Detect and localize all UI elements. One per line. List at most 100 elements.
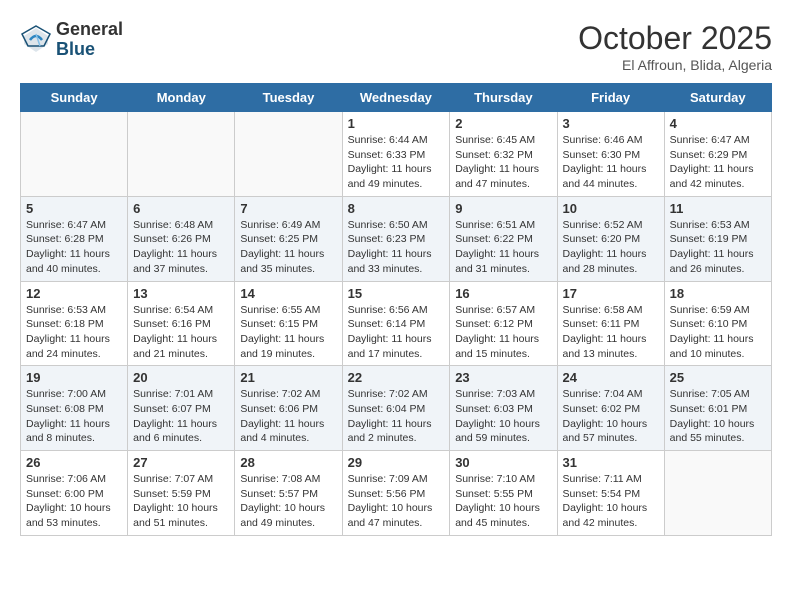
calendar-day-cell: 5 Sunrise: 6:47 AM Sunset: 6:28 PM Daylig… — [21, 196, 128, 281]
day-number: 12 — [26, 286, 122, 301]
calendar-week-row: 26 Sunrise: 7:06 AM Sunset: 6:00 PM Dayli… — [21, 451, 772, 536]
calendar-day-cell: 15 Sunrise: 6:56 AM Sunset: 6:14 PM Dayli… — [342, 281, 450, 366]
day-number: 6 — [133, 201, 229, 216]
day-number: 7 — [240, 201, 336, 216]
calendar-day-cell: 8 Sunrise: 6:50 AM Sunset: 6:23 PM Daylig… — [342, 196, 450, 281]
logo-general-text: General — [56, 20, 123, 40]
calendar-day-cell: 31 Sunrise: 7:11 AM Sunset: 5:54 PM Dayli… — [557, 451, 664, 536]
calendar-day-cell: 21Sunrise: 7:02 AM Sunset: 6:06 PM Dayli… — [235, 366, 342, 451]
calendar-day-cell: 28 Sunrise: 7:08 AM Sunset: 5:57 PM Dayli… — [235, 451, 342, 536]
day-info: Sunrise: 6:47 AM Sunset: 6:28 PM Dayligh… — [26, 218, 122, 277]
page-header: General Blue October 2025 El Affroun, Bl… — [20, 20, 772, 73]
calendar-day-cell: 24 Sunrise: 7:04 AM Sunset: 6:02 PM Dayli… — [557, 366, 664, 451]
calendar-day-cell: 4 Sunrise: 6:47 AM Sunset: 6:29 PM Daylig… — [664, 112, 771, 197]
day-number: 2 — [455, 116, 551, 131]
calendar-day-cell: 3Sunrise: 6:46 AM Sunset: 6:30 PM Daylig… — [557, 112, 664, 197]
calendar-week-row: 19 Sunrise: 7:00 AM Sunset: 6:08 PM Dayli… — [21, 366, 772, 451]
day-number: 14 — [240, 286, 336, 301]
day-info: Sunrise: 6:47 AM Sunset: 6:29 PM Dayligh… — [670, 133, 766, 192]
calendar-day-cell: 19 Sunrise: 7:00 AM Sunset: 6:08 PM Dayli… — [21, 366, 128, 451]
day-number: 25 — [670, 370, 766, 385]
day-info: Sunrise: 7:01 AM Sunset: 6:07 PM Dayligh… — [133, 387, 229, 446]
day-number: 10 — [563, 201, 659, 216]
day-number: 24 — [563, 370, 659, 385]
calendar-day-cell: 29 Sunrise: 7:09 AM Sunset: 5:56 PM Dayli… — [342, 451, 450, 536]
day-info: Sunrise: 7:00 AM Sunset: 6:08 PM Dayligh… — [26, 387, 122, 446]
day-number: 18 — [670, 286, 766, 301]
calendar-day-cell: 11Sunrise: 6:53 AM Sunset: 6:19 PM Dayli… — [664, 196, 771, 281]
day-number: 27 — [133, 455, 229, 470]
day-number: 9 — [455, 201, 551, 216]
day-number: 5 — [26, 201, 122, 216]
calendar-day-cell: 26 Sunrise: 7:06 AM Sunset: 6:00 PM Dayli… — [21, 451, 128, 536]
day-info: Sunrise: 6:51 AM Sunset: 6:22 PM Dayligh… — [455, 218, 551, 277]
calendar-day-cell: 16Sunrise: 6:57 AM Sunset: 6:12 PM Dayli… — [450, 281, 557, 366]
day-info: Sunrise: 7:11 AM Sunset: 5:54 PM Dayligh… — [563, 472, 659, 531]
day-info: Sunrise: 7:10 AM Sunset: 5:55 PM Dayligh… — [455, 472, 551, 531]
calendar-day-cell: 7 Sunrise: 6:49 AM Sunset: 6:25 PM Daylig… — [235, 196, 342, 281]
day-info: Sunrise: 6:48 AM Sunset: 6:26 PM Dayligh… — [133, 218, 229, 277]
day-info: Sunrise: 6:52 AM Sunset: 6:20 PM Dayligh… — [563, 218, 659, 277]
day-number: 28 — [240, 455, 336, 470]
day-info: Sunrise: 7:07 AM Sunset: 5:59 PM Dayligh… — [133, 472, 229, 531]
day-info: Sunrise: 7:08 AM Sunset: 5:57 PM Dayligh… — [240, 472, 336, 531]
weekday-header: Friday — [557, 84, 664, 112]
day-number: 1 — [348, 116, 445, 131]
month-title: October 2025 — [578, 20, 772, 57]
day-number: 15 — [348, 286, 445, 301]
day-info: Sunrise: 6:50 AM Sunset: 6:23 PM Dayligh… — [348, 218, 445, 277]
day-info: Sunrise: 6:58 AM Sunset: 6:11 PM Dayligh… — [563, 303, 659, 362]
day-number: 23 — [455, 370, 551, 385]
day-info: Sunrise: 6:46 AM Sunset: 6:30 PM Dayligh… — [563, 133, 659, 192]
day-info: Sunrise: 7:02 AM Sunset: 6:04 PM Dayligh… — [348, 387, 445, 446]
day-number: 21 — [240, 370, 336, 385]
calendar-day-cell: 12 Sunrise: 6:53 AM Sunset: 6:18 PM Dayli… — [21, 281, 128, 366]
day-number: 26 — [26, 455, 122, 470]
calendar-week-row: 5 Sunrise: 6:47 AM Sunset: 6:28 PM Daylig… — [21, 196, 772, 281]
calendar-day-cell — [21, 112, 128, 197]
calendar-day-cell: 25 Sunrise: 7:05 AM Sunset: 6:01 PM Dayli… — [664, 366, 771, 451]
day-number: 13 — [133, 286, 229, 301]
calendar-day-cell: 30Sunrise: 7:10 AM Sunset: 5:55 PM Dayli… — [450, 451, 557, 536]
weekday-header: Monday — [128, 84, 235, 112]
day-info: Sunrise: 7:06 AM Sunset: 6:00 PM Dayligh… — [26, 472, 122, 531]
day-number: 19 — [26, 370, 122, 385]
logo: General Blue — [20, 20, 123, 60]
calendar-table: SundayMondayTuesdayWednesdayThursdayFrid… — [20, 83, 772, 536]
day-info: Sunrise: 6:44 AM Sunset: 6:33 PM Dayligh… — [348, 133, 445, 192]
calendar-day-cell: 27 Sunrise: 7:07 AM Sunset: 5:59 PM Dayli… — [128, 451, 235, 536]
day-info: Sunrise: 7:05 AM Sunset: 6:01 PM Dayligh… — [670, 387, 766, 446]
calendar-day-cell: 2 Sunrise: 6:45 AM Sunset: 6:32 PM Daylig… — [450, 112, 557, 197]
day-info: Sunrise: 7:09 AM Sunset: 5:56 PM Dayligh… — [348, 472, 445, 531]
day-number: 8 — [348, 201, 445, 216]
day-info: Sunrise: 7:03 AM Sunset: 6:03 PM Dayligh… — [455, 387, 551, 446]
calendar-day-cell: 10 Sunrise: 6:52 AM Sunset: 6:20 PM Dayli… — [557, 196, 664, 281]
day-info: Sunrise: 7:04 AM Sunset: 6:02 PM Dayligh… — [563, 387, 659, 446]
weekday-header: Thursday — [450, 84, 557, 112]
day-number: 11 — [670, 201, 766, 216]
day-info: Sunrise: 6:56 AM Sunset: 6:14 PM Dayligh… — [348, 303, 445, 362]
day-info: Sunrise: 6:49 AM Sunset: 6:25 PM Dayligh… — [240, 218, 336, 277]
logo-blue-text: Blue — [56, 40, 123, 60]
day-info: Sunrise: 6:59 AM Sunset: 6:10 PM Dayligh… — [670, 303, 766, 362]
calendar-day-cell: 18 Sunrise: 6:59 AM Sunset: 6:10 PM Dayli… — [664, 281, 771, 366]
calendar-day-cell: 17 Sunrise: 6:58 AM Sunset: 6:11 PM Dayli… — [557, 281, 664, 366]
calendar-day-cell: 20 Sunrise: 7:01 AM Sunset: 6:07 PM Dayli… — [128, 366, 235, 451]
weekday-header: Sunday — [21, 84, 128, 112]
day-number: 20 — [133, 370, 229, 385]
day-info: Sunrise: 6:57 AM Sunset: 6:12 PM Dayligh… — [455, 303, 551, 362]
day-number: 31 — [563, 455, 659, 470]
day-number: 29 — [348, 455, 445, 470]
calendar-day-cell — [128, 112, 235, 197]
calendar-day-cell: 22 Sunrise: 7:02 AM Sunset: 6:04 PM Dayli… — [342, 366, 450, 451]
calendar-day-cell: 14 Sunrise: 6:55 AM Sunset: 6:15 PM Dayli… — [235, 281, 342, 366]
calendar-header-row: SundayMondayTuesdayWednesdayThursdayFrid… — [21, 84, 772, 112]
day-number: 4 — [670, 116, 766, 131]
day-number: 22 — [348, 370, 445, 385]
day-info: Sunrise: 6:55 AM Sunset: 6:15 PM Dayligh… — [240, 303, 336, 362]
calendar-week-row: 1 Sunrise: 6:44 AM Sunset: 6:33 PM Daylig… — [21, 112, 772, 197]
day-number: 17 — [563, 286, 659, 301]
day-info: Sunrise: 6:45 AM Sunset: 6:32 PM Dayligh… — [455, 133, 551, 192]
day-info: Sunrise: 6:54 AM Sunset: 6:16 PM Dayligh… — [133, 303, 229, 362]
day-info: Sunrise: 6:53 AM Sunset: 6:18 PM Dayligh… — [26, 303, 122, 362]
